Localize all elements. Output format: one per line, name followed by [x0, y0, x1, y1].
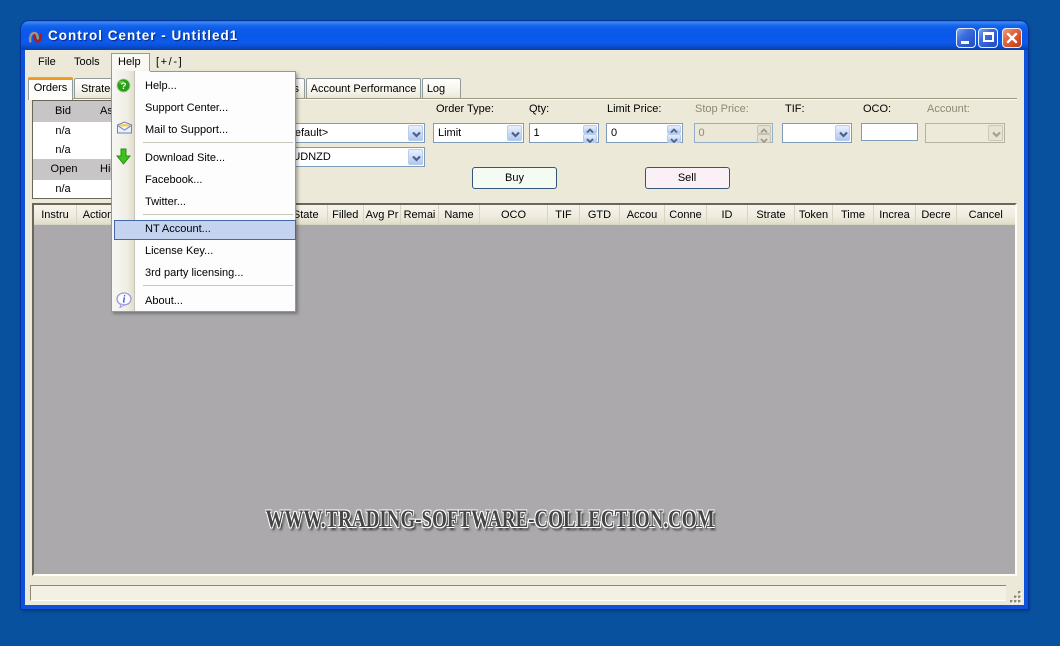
svg-text:?: ?	[121, 81, 127, 92]
svg-text:i: i	[123, 295, 126, 306]
